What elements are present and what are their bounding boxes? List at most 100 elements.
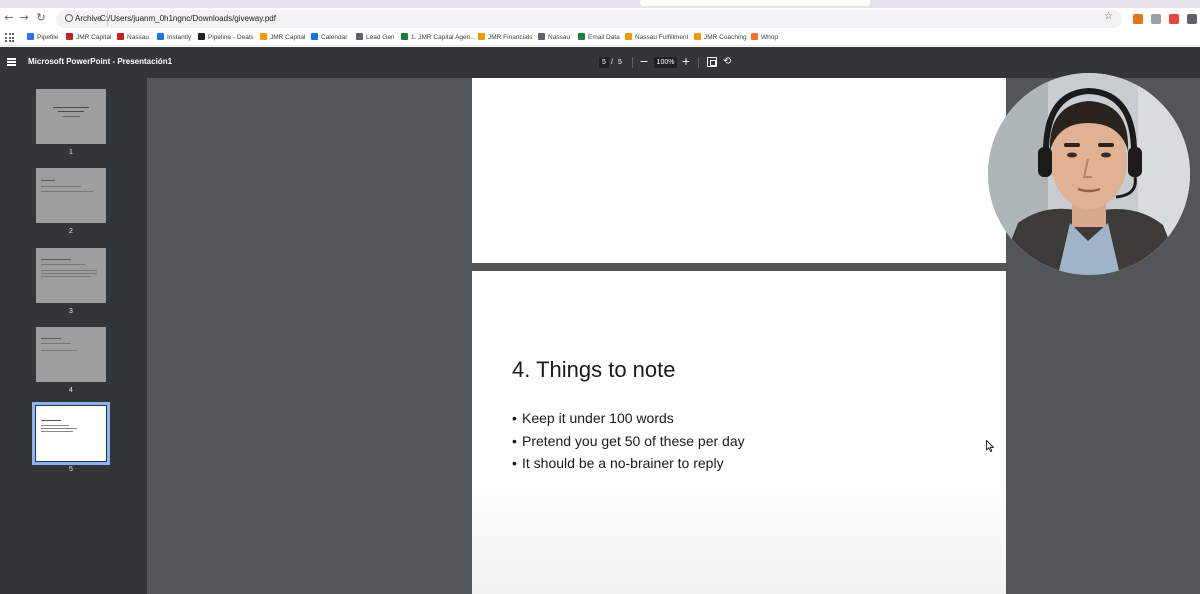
bullet-text: Keep it under 100 words bbox=[522, 410, 674, 426]
bookmark-label: Nassau bbox=[548, 34, 571, 41]
bookmark-label: Calendar bbox=[321, 34, 348, 41]
thumbnail-number: 2 bbox=[69, 228, 73, 235]
presenter-video bbox=[988, 73, 1190, 275]
bookmark-label: Instantly bbox=[167, 34, 192, 41]
hamburger-menu-icon[interactable] bbox=[7, 58, 16, 66]
bookmark-item[interactable]: Nassau bbox=[538, 32, 570, 44]
thumbnail-3[interactable]: 3 bbox=[36, 248, 106, 315]
bookmark-favicon-icon bbox=[694, 33, 701, 40]
slide-bullet-list: • Keep it under 100 words • Pretend you ge… bbox=[512, 407, 745, 475]
bookmark-label: Whop bbox=[761, 34, 778, 41]
reload-icon[interactable]: ↻ bbox=[34, 11, 48, 25]
thumbnail-image[interactable] bbox=[36, 327, 106, 382]
thumbnail-number: 4 bbox=[69, 387, 73, 394]
thumbnail-image[interactable] bbox=[36, 89, 106, 144]
active-tab[interactable] bbox=[640, 0, 870, 6]
extension-icon[interactable] bbox=[1169, 14, 1179, 24]
bookmark-label: Email Data bbox=[588, 34, 620, 41]
bookmark-item[interactable]: JMR Capital bbox=[66, 32, 111, 44]
document-title: Microsoft PowerPoint - Presentación1 bbox=[28, 57, 173, 66]
tab-strip bbox=[0, 0, 1200, 8]
pdf-page-4 bbox=[472, 78, 1006, 263]
bookmark-item[interactable]: Whop bbox=[751, 32, 778, 44]
bookmark-favicon-icon bbox=[356, 33, 363, 40]
bookmark-favicon-icon bbox=[625, 33, 632, 40]
bookmark-favicon-icon bbox=[157, 33, 164, 40]
fit-page-icon[interactable] bbox=[707, 57, 717, 67]
forward-arrow-icon[interactable]: → bbox=[17, 11, 31, 25]
page-separator: / bbox=[611, 59, 613, 66]
bookmark-item[interactable]: Pipefile bbox=[27, 32, 58, 44]
bookmark-label: Nassau Fulfillment bbox=[635, 34, 689, 41]
extension-icon[interactable] bbox=[1187, 14, 1197, 24]
bookmark-favicon-icon bbox=[578, 33, 585, 40]
bookmark-label: JMR Capital bbox=[270, 34, 306, 41]
bookmark-favicon-icon bbox=[260, 33, 267, 40]
thumbnail-1[interactable]: 1 bbox=[36, 89, 106, 156]
bookmark-item[interactable]: JMR Financials bbox=[478, 32, 532, 44]
bookmark-item[interactable]: JMR Capital bbox=[260, 32, 305, 44]
zoom-out-button[interactable]: − bbox=[638, 55, 650, 69]
bullet-dot: • bbox=[512, 410, 517, 426]
bookmark-label: JMR Financials bbox=[488, 34, 533, 41]
mouse-cursor-icon bbox=[986, 440, 994, 452]
zoom-in-button[interactable]: + bbox=[680, 55, 692, 69]
thumbnail-sidebar: 1 2 3 4 5 bbox=[0, 78, 147, 594]
bookmark-favicon-icon bbox=[27, 33, 34, 40]
bookmark-item[interactable]: 1. JMR Capital Agen... bbox=[401, 32, 476, 44]
slide-title: 4. Things to note bbox=[512, 357, 676, 382]
bookmark-item[interactable]: Calendar bbox=[311, 32, 347, 44]
bookmark-label: Pipefile bbox=[37, 34, 59, 41]
bullet-dot: • bbox=[512, 432, 517, 449]
bullet-text: It should be a no-brainer to reply bbox=[522, 455, 724, 471]
bookmark-favicon-icon bbox=[478, 33, 485, 40]
toolbar-divider bbox=[632, 57, 633, 68]
omnibox-url[interactable]: C:/Users/juanm_0h1ngnc/Downloads/giveway… bbox=[100, 12, 276, 26]
back-arrow-icon[interactable]: ← bbox=[2, 11, 16, 25]
pdf-page-5: 4. Things to note • Keep it under 100 wor… bbox=[472, 271, 1006, 594]
omnibox[interactable]: Archive C:/Users/juanm_0h1ngnc/Downloads… bbox=[56, 10, 1122, 28]
thumbnail-image-active[interactable] bbox=[32, 402, 110, 465]
pdf-toolbar: Microsoft PowerPoint - Presentación1 5 /… bbox=[0, 47, 1200, 78]
webcam-overlay bbox=[988, 73, 1190, 275]
zoom-level-input[interactable]: 100% bbox=[654, 57, 677, 68]
thumbnail-4[interactable]: 4 bbox=[36, 327, 106, 394]
extension-icon[interactable] bbox=[1151, 14, 1161, 24]
total-pages: 5 bbox=[618, 59, 622, 66]
metamask-extension-icon[interactable] bbox=[1133, 14, 1143, 24]
rotate-icon[interactable]: ⟲ bbox=[723, 56, 731, 68]
info-icon bbox=[65, 14, 73, 22]
bookmark-label: JMR Coaching bbox=[704, 34, 747, 41]
bookmark-favicon-icon bbox=[198, 33, 205, 40]
apps-grid-icon[interactable] bbox=[5, 33, 14, 42]
thumbnail-number: 3 bbox=[69, 308, 73, 315]
thumbnail-image[interactable] bbox=[36, 168, 106, 223]
bookmark-favicon-icon bbox=[311, 33, 318, 40]
thumbnail-number: 1 bbox=[69, 149, 73, 156]
bookmarks-bar: Pipefile JMR Capital Nassau Instantly Pipeli… bbox=[0, 30, 1200, 46]
bookmark-item[interactable]: Lead Gen bbox=[356, 32, 395, 44]
thumbnail-5[interactable]: 5 bbox=[32, 402, 110, 473]
bullet-item: • Keep it under 100 words bbox=[512, 407, 745, 430]
page-number-input[interactable]: 5 bbox=[599, 57, 609, 68]
bookmark-label: Lead Gen bbox=[366, 34, 395, 41]
toolbar-divider bbox=[698, 57, 699, 68]
bookmark-item[interactable]: JMR Coaching bbox=[694, 32, 747, 44]
bookmark-favicon-icon bbox=[538, 33, 545, 40]
thumbnail-2[interactable]: 2 bbox=[36, 168, 106, 235]
bookmark-star-icon[interactable]: ☆ bbox=[1104, 12, 1113, 22]
bookmark-label: Pipeline - Deals bbox=[208, 34, 254, 41]
bookmark-label: 1. JMR Capital Agen... bbox=[411, 34, 476, 41]
thumbnail-image[interactable] bbox=[36, 248, 106, 303]
bookmark-label: JMR Capital bbox=[76, 34, 112, 41]
bookmark-item[interactable]: Nassau bbox=[117, 32, 149, 44]
address-bar-row: ← → ↻ Archive C:/Users/juanm_0h1ngnc/Dow… bbox=[0, 8, 1200, 30]
bookmark-item[interactable]: Pipeline - Deals bbox=[198, 32, 254, 44]
bookmark-favicon-icon bbox=[117, 33, 124, 40]
bookmark-item[interactable]: Nassau Fulfillment bbox=[625, 32, 688, 44]
bookmark-item[interactable]: Email Data bbox=[578, 32, 620, 44]
bookmark-label: Nassau bbox=[127, 34, 150, 41]
bookmark-favicon-icon bbox=[751, 33, 758, 40]
bookmark-favicon-icon bbox=[66, 33, 73, 40]
bookmark-item[interactable]: Instantly bbox=[157, 32, 191, 44]
